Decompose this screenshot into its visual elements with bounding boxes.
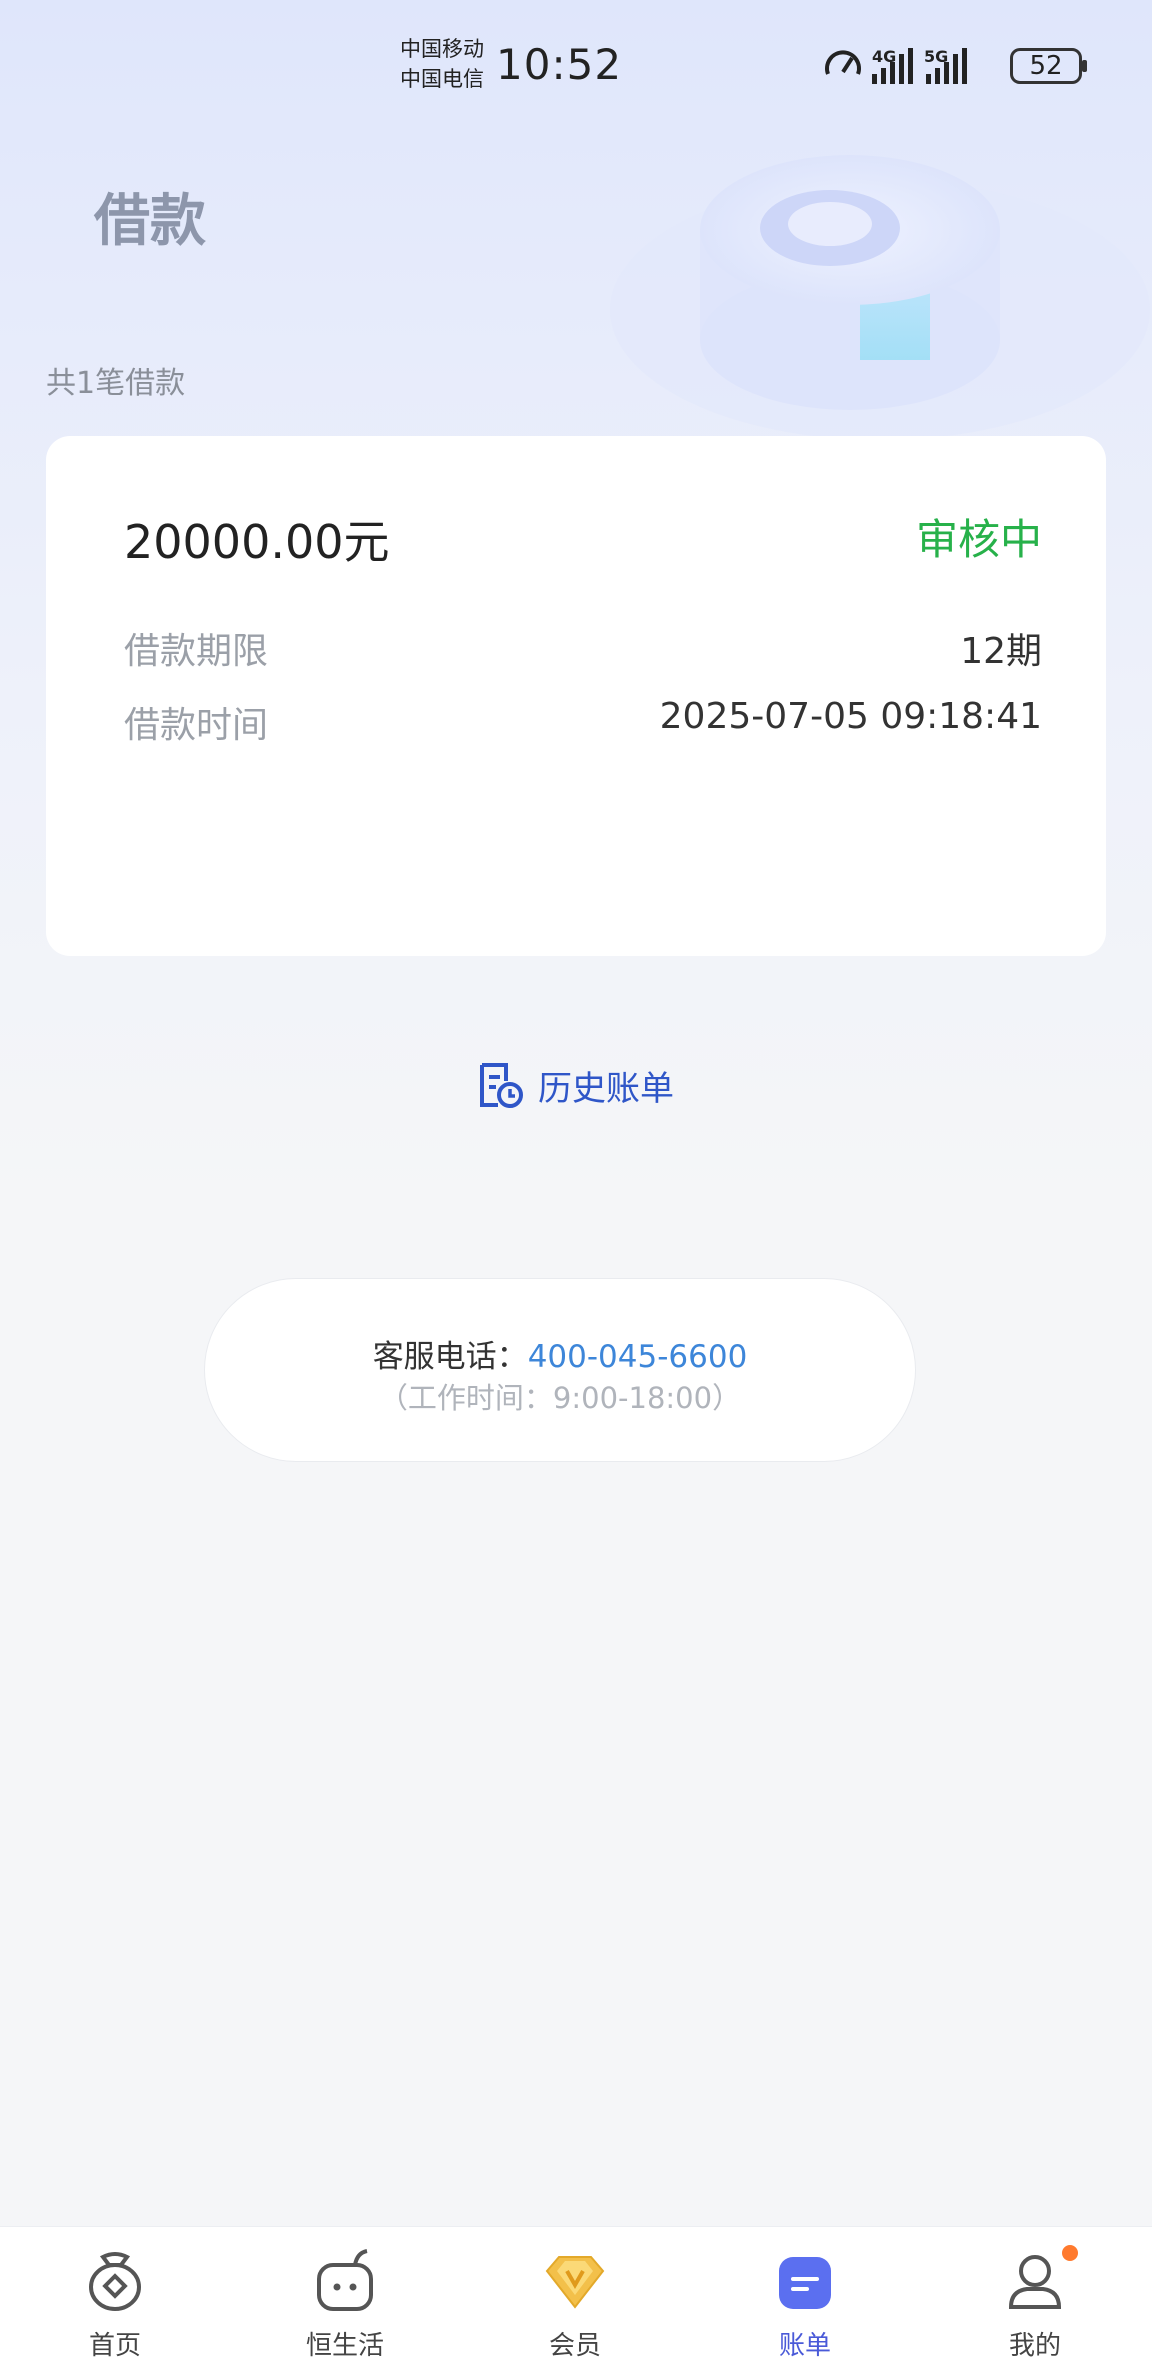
history-bill-link[interactable]: 历史账单 (476, 1060, 674, 1110)
tab-mine[interactable]: 我的 (920, 2227, 1150, 2376)
tab-life[interactable]: 恒生活 (230, 2227, 460, 2376)
loan-status-badge: 审核中 (915, 515, 1042, 564)
tab-life-label: 恒生活 (305, 2331, 384, 2361)
vip-diamond-icon (545, 2256, 605, 2309)
history-bill-icon (480, 1063, 523, 1108)
status-time: 10:52 (496, 40, 623, 89)
life-icon (317, 2249, 373, 2311)
tab-bill-label: 账单 (778, 2331, 831, 2361)
user-icon (1008, 2255, 1062, 2309)
carrier-names: 中国移动 中国电信 (400, 34, 484, 94)
service-phone-label: 客服电话： (372, 1339, 528, 1375)
bill-icon (779, 2257, 831, 2309)
battery-cap (1082, 60, 1087, 72)
carrier-1: 中国移动 (400, 37, 484, 61)
tab-vip-label: 会员 (548, 2331, 601, 2361)
status-bar: 中国移动 中国电信 10:52 4G 5G 52 (0, 0, 1152, 130)
tab-bill[interactable]: 账单 (690, 2227, 920, 2376)
loan-card[interactable]: 20000.00元 审核中 借款期限 12期 借款时间 2025-07-05 0… (46, 436, 1106, 956)
tab-home-label: 首页 (88, 2331, 141, 2361)
notification-dot (1062, 2245, 1078, 2261)
decorative-ring-illustration (610, 155, 1150, 440)
service-phone-line: 客服电话：400-045-6600 (205, 1331, 915, 1376)
loan-count: 共1笔借款 (46, 366, 186, 401)
loan-time-label: 借款时间 (124, 705, 269, 746)
service-phone-number[interactable]: 400-045-6600 (528, 1339, 748, 1375)
service-hours: （工作时间：9:00-18:00） (378, 1381, 742, 1415)
home-bag-icon (89, 2252, 141, 2311)
customer-service-card: 客服电话：400-045-6600 （工作时间：9:00-18:00） (204, 1278, 916, 1462)
5g-signal-icon: 5G (924, 47, 967, 84)
tab-vip[interactable]: 会员 (460, 2227, 690, 2376)
loan-amount: 20000.00元 (124, 515, 390, 569)
loan-time-value: 2025-07-05 09:18:41 (659, 696, 1042, 737)
battery-icon: 52 (1010, 48, 1082, 84)
bottom-tab-bar: 首页 恒生活 会员 账单 我的 (0, 2226, 1152, 2376)
term-value: 12期 (960, 631, 1042, 672)
4g-signal-icon: 4G (872, 47, 913, 84)
carrier-2: 中国电信 (400, 67, 484, 91)
term-label: 借款期限 (124, 631, 269, 672)
tab-mine-label: 我的 (1008, 2331, 1061, 2361)
speed-icon (825, 50, 861, 75)
history-bill-label: 历史账单 (538, 1068, 674, 1109)
tab-home[interactable]: 首页 (0, 2227, 230, 2376)
page-title: 借款 (94, 189, 206, 254)
